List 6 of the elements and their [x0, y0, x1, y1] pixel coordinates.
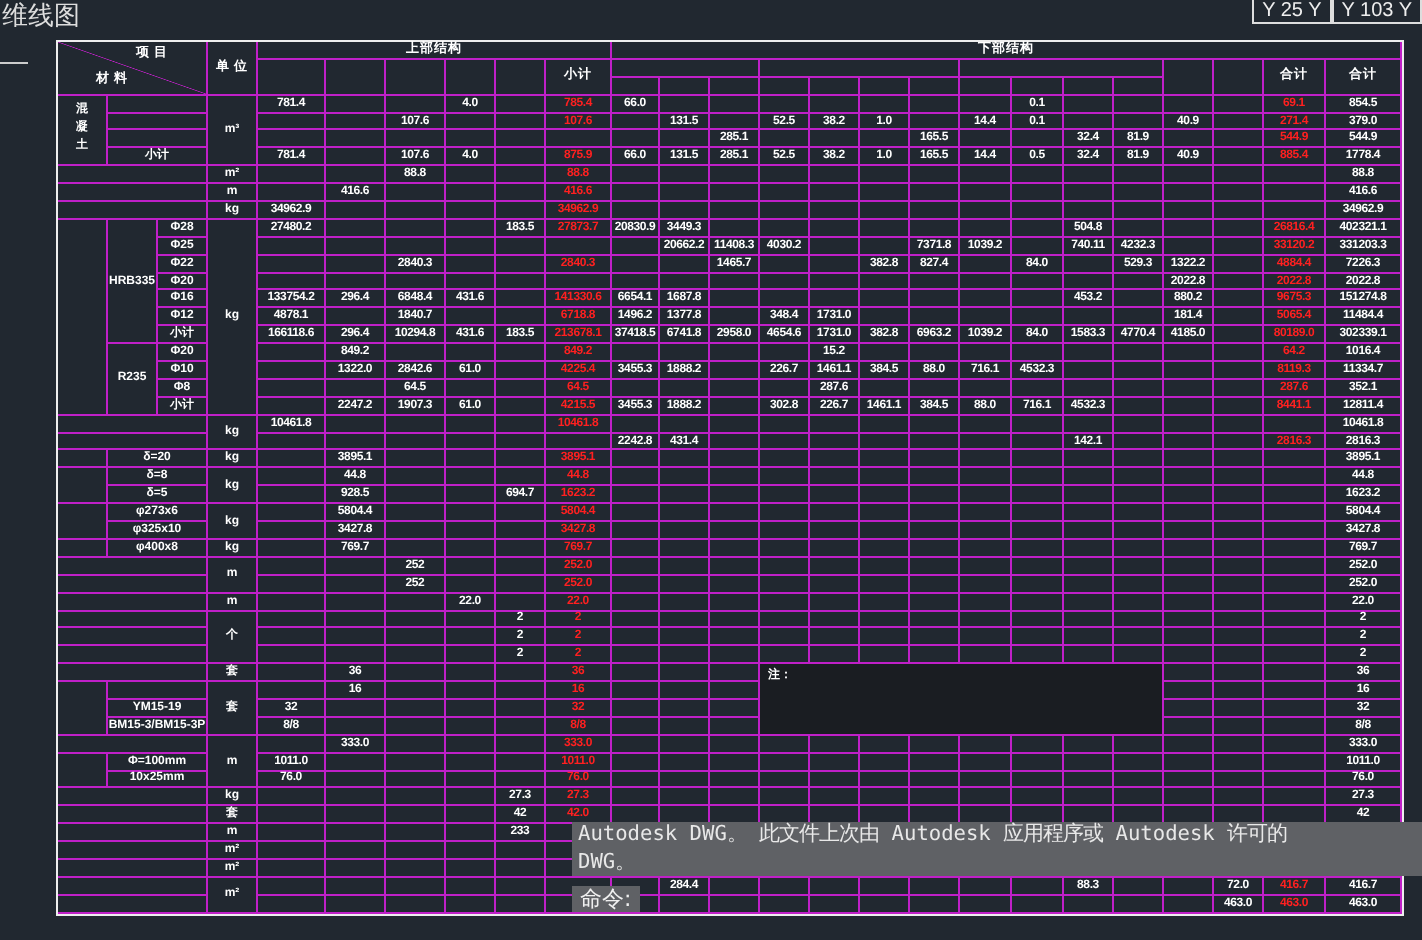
- command-history-text: DWG。: [572, 849, 1422, 876]
- coordinate-readout: Y 103 Y: [1331, 0, 1422, 24]
- drawing-title: 维线图: [2, 0, 80, 36]
- command-prompt[interactable]: 命令:: [572, 886, 640, 912]
- command-history-text: Autodesk DWG。 此文件上次由 Autodesk 应用程序或 Autodesk 许可的: [572, 822, 1422, 849]
- coordinate-readout: Y 25 Y: [1252, 0, 1332, 24]
